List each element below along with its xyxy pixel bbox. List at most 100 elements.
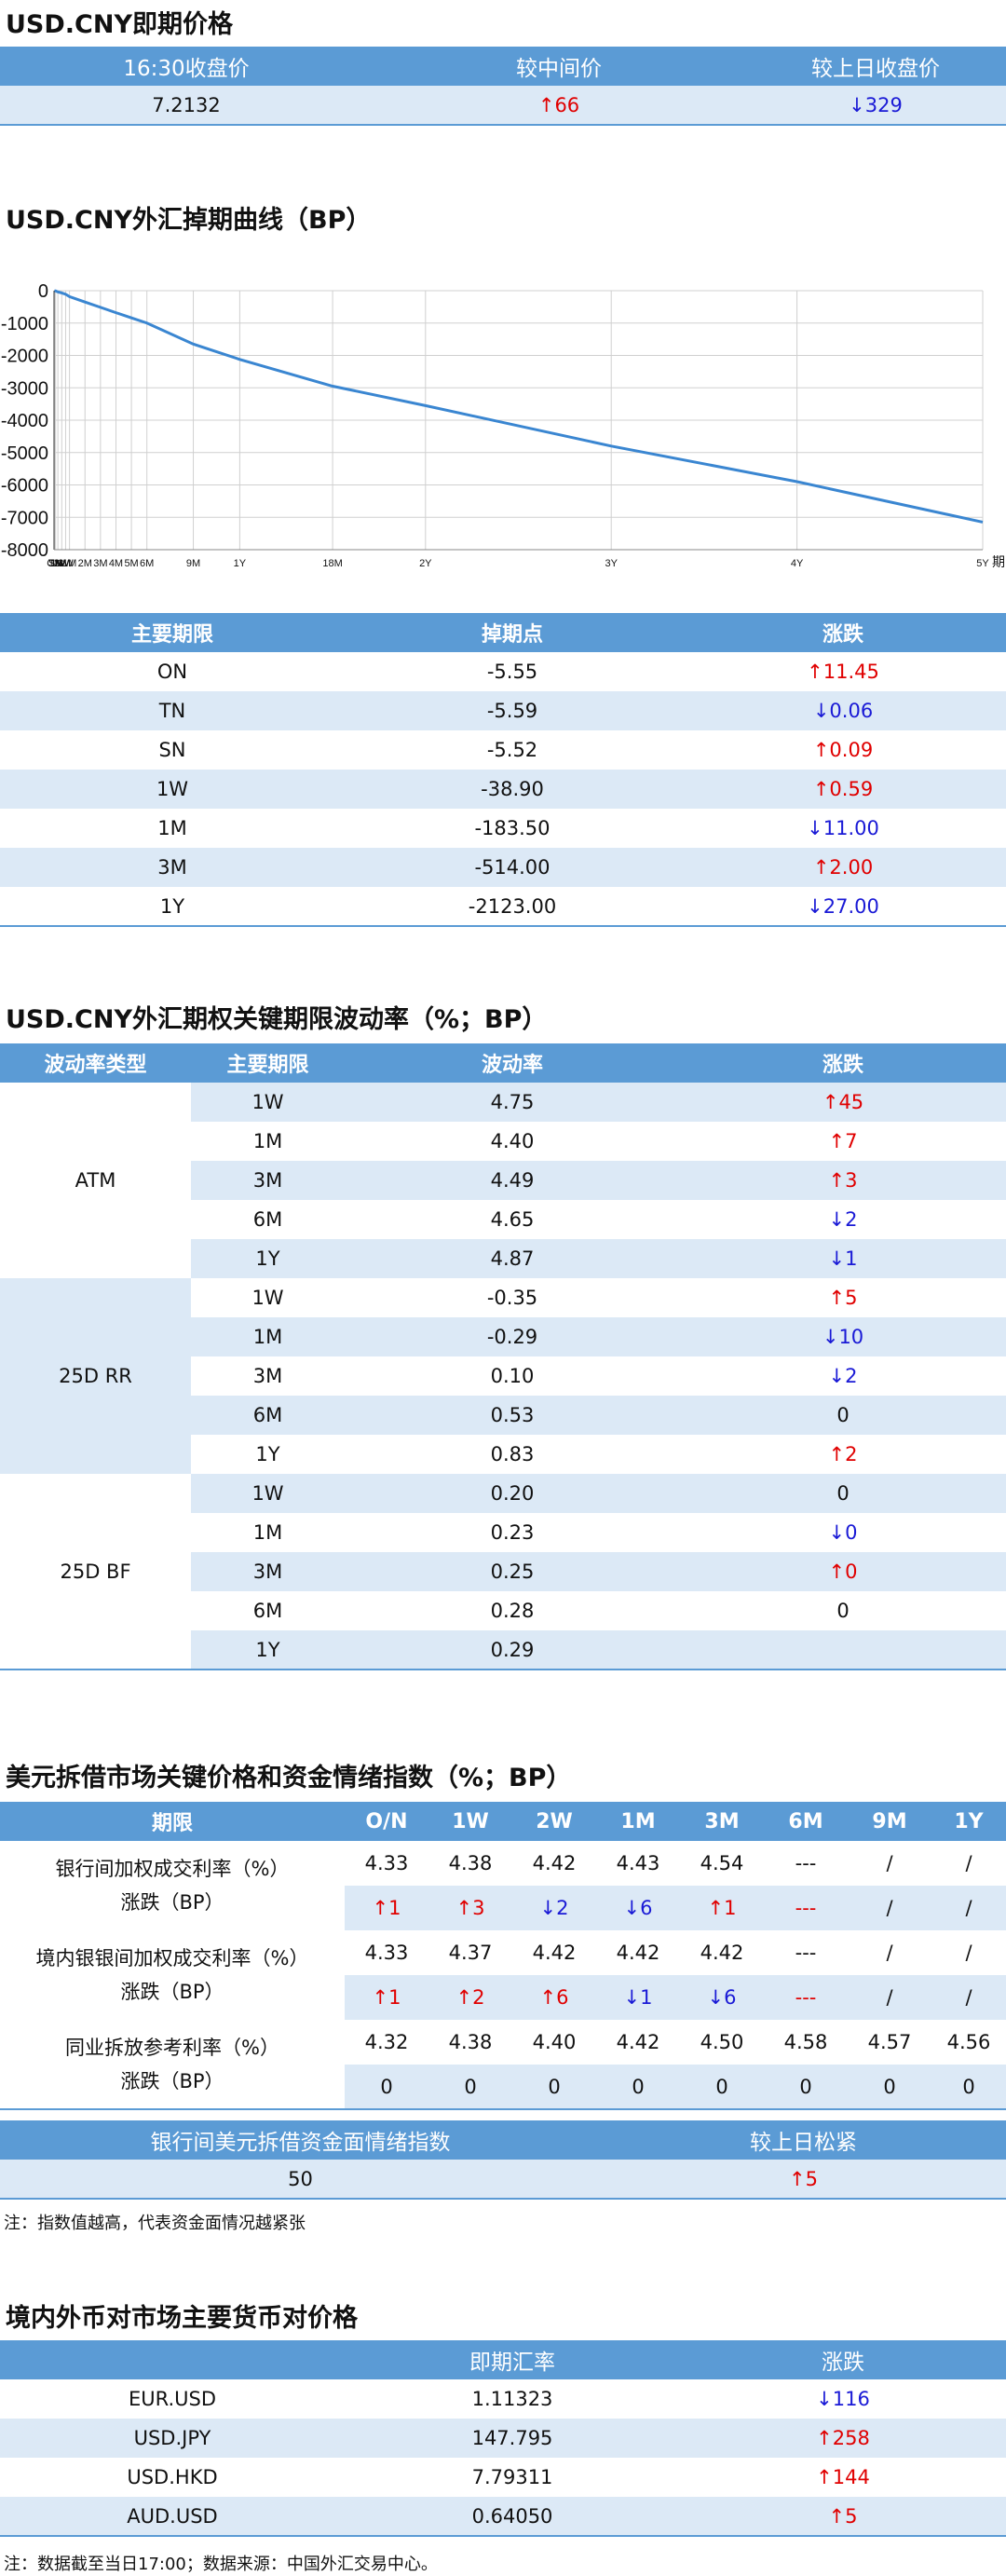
- x-tick-label: 3M: [93, 558, 107, 569]
- vol-value: 4.65: [345, 1200, 680, 1239]
- curve-row: 3M -514.00 ↑2.00: [0, 848, 1006, 887]
- lending-row-label: 境内银银间加权成交利率（%） 涨跌（BP）: [0, 1930, 345, 2020]
- x-tick-label: 18M: [322, 558, 342, 569]
- vol-value: 0.83: [345, 1435, 680, 1474]
- vol-change: ↑5: [680, 1278, 1006, 1317]
- spot-close-value: 7.2132: [0, 86, 373, 125]
- lending-change: ↑6: [512, 1975, 596, 2020]
- vol-change-text: 0: [845, 1521, 858, 1544]
- fx-change: ↑5: [680, 2497, 1006, 2536]
- lending-rate: 4.56: [931, 2020, 1006, 2065]
- lending-title: 美元拆借市场关键价格和资金情绪指数（%；BP）: [6, 1764, 572, 1792]
- lending-rate: 4.33: [345, 1841, 428, 1886]
- arrow-down-icon: ↓: [623, 1897, 641, 1919]
- vol-change-text: 7: [845, 1130, 858, 1152]
- curve-points: -38.90: [345, 770, 680, 809]
- vol-tenor: 1M: [191, 1317, 345, 1356]
- lending-change: ↑1: [345, 1886, 428, 1930]
- vol-tenor: 1Y: [191, 1435, 345, 1474]
- lending-change-text: 0: [548, 2075, 561, 2098]
- lending-rate: 4.32: [345, 2020, 428, 2065]
- curve-change-text: 11.00: [822, 817, 879, 839]
- lending-change-text: 3: [472, 1897, 485, 1919]
- arrow-up-icon: ↑: [822, 1091, 839, 1113]
- fx-change: ↑258: [680, 2419, 1006, 2458]
- vol-change-text: 1: [845, 1247, 858, 1270]
- spot-header-vs-mid: 较中间价: [373, 47, 745, 86]
- vol-row: 25D RR 1W -0.35 ↑5: [0, 1278, 1006, 1474]
- vol-change: ↓1: [680, 1239, 1006, 1278]
- fx-header-chg: 涨跌: [680, 2340, 1006, 2379]
- vol-tenor: 1M: [191, 1513, 345, 1552]
- spot-header-close: 16:30收盘价: [0, 47, 373, 86]
- arrow-up-icon: ↑: [828, 1169, 846, 1192]
- curve-change: ↑11.45: [680, 652, 1006, 691]
- vol-tenor: 3M: [191, 1161, 345, 1200]
- x-tick-label: 5Y: [976, 558, 989, 569]
- arrow-down-icon: ↓: [828, 1247, 846, 1270]
- arrow-down-icon: ↓: [539, 1897, 557, 1919]
- curve-header-tenor: 主要期限: [0, 613, 345, 652]
- curve-change: ↓27.00: [680, 887, 1006, 926]
- arrow-up-icon: ↑: [828, 1130, 846, 1152]
- arrow-up-icon: ↑: [816, 2466, 833, 2488]
- vol-change-text: 0: [836, 1482, 850, 1505]
- y-tick-label: -5000: [1, 443, 48, 464]
- vol-value: 4.75: [345, 1083, 680, 1122]
- fx-title: 境内外币对市场主要货币对价格: [6, 2304, 358, 2333]
- vol-tenor: 1Y: [191, 1630, 345, 1670]
- lending-rate: /: [931, 1841, 1006, 1886]
- vol-header-type: 波动率类型: [0, 1043, 191, 1083]
- vol-tenor: 1W: [191, 1083, 345, 1122]
- vol-tenor: 1M: [191, 1122, 345, 1161]
- vol-row: ATM 1W 4.75 ↑45: [0, 1083, 1006, 1278]
- lending-change: 0: [428, 2065, 512, 2109]
- sentiment-change: ↑5: [601, 2160, 1006, 2199]
- sentiment-table: 银行间美元拆借资金面情绪指数 较上日松紧 50 ↑5: [0, 2120, 1006, 2200]
- fx-change-text: 144: [832, 2466, 870, 2488]
- y-tick-label: -6000: [1, 476, 48, 497]
- lending-change-text: 2: [472, 1986, 485, 2009]
- y-tick-label: -1000: [1, 314, 48, 334]
- arrow-up-icon: ↑: [707, 1897, 725, 1919]
- lending-rate: 4.40: [512, 2020, 596, 2065]
- y-tick-label: -3000: [1, 378, 48, 399]
- curve-tenor: TN: [0, 691, 345, 730]
- fx-pair: EUR.USD: [0, 2379, 345, 2419]
- x-tick-label: 1M: [62, 558, 76, 569]
- lending-rate: 4.57: [848, 2020, 931, 2065]
- lending-change-text: 1: [388, 1897, 401, 1919]
- arrow-up-icon: ↑: [539, 1986, 557, 2009]
- lending-rate: 4.38: [428, 1841, 512, 1886]
- sentiment-header-chg: 较上日松紧: [601, 2120, 1006, 2160]
- curve-tenor: 1Y: [0, 887, 345, 926]
- spot-title: USD.CNY即期价格: [6, 10, 234, 39]
- lending-change-text: 0: [799, 2075, 812, 2098]
- sentiment-change-text: 5: [805, 2167, 818, 2190]
- arrow-up-icon: ↑: [816, 2427, 833, 2449]
- arrow-up-icon: ↑: [812, 739, 830, 761]
- lending-change-text: ---: [795, 1986, 817, 2009]
- vol-change-text: 45: [838, 1091, 864, 1113]
- lending-header-7: 9M: [848, 1802, 931, 1841]
- lending-rate: /: [848, 1841, 931, 1886]
- lending-change: ↑1: [345, 1975, 428, 2020]
- vol-change: ↑0: [680, 1552, 1006, 1591]
- vol-change-text: 5: [845, 1287, 858, 1309]
- vol-change: ↑2: [680, 1435, 1006, 1474]
- fx-header-pair: [0, 2340, 345, 2379]
- fx-pair: USD.HKD: [0, 2458, 345, 2497]
- fx-row: AUD.USD 0.64050 ↑5: [0, 2497, 1006, 2536]
- arrow-up-icon: ↑: [455, 1897, 473, 1919]
- arrow-down-icon: ↓: [828, 1208, 846, 1231]
- lending-table: 期限 O/N 1W 2W 1M 3M 6M 9M 1Y 银行间加权成交利率（%） 涨跌（BP） 4.…: [0, 1802, 1006, 2110]
- arrow-up-icon: ↑: [807, 661, 823, 683]
- lending-header-6: 6M: [764, 1802, 848, 1841]
- y-tick-label: 0: [38, 281, 48, 302]
- y-tick-label: -8000: [1, 540, 48, 561]
- lending-change-text: 6: [556, 1986, 569, 2009]
- arrow-up-icon: ↑: [789, 2167, 806, 2190]
- lending-rate: 4.33: [345, 1930, 428, 1975]
- lending-header-8: 1Y: [931, 1802, 1006, 1841]
- fx-pair: USD.JPY: [0, 2419, 345, 2458]
